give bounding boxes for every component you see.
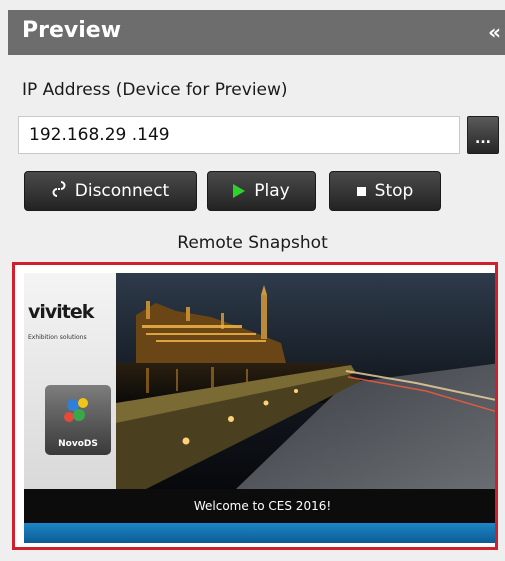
- remote-snapshot-label: Remote Snapshot: [177, 233, 328, 253]
- snapshot-image: vivitek Exhibition solutions NovoDS Welc…: [24, 273, 495, 543]
- browse-device-button[interactable]: ...: [467, 116, 499, 154]
- collapse-icon[interactable]: «: [488, 20, 501, 44]
- stop-icon: [356, 186, 366, 196]
- panel-title: Preview: [22, 18, 122, 43]
- panel-header: Preview «: [8, 10, 505, 55]
- snapshot-footer-bar: [24, 523, 495, 543]
- disconnect-label: Disconnect: [74, 181, 170, 201]
- novods-icon: [64, 398, 88, 422]
- stop-button[interactable]: Stop: [329, 171, 441, 211]
- snapshot-sidebar: vivitek Exhibition solutions NovoDS: [24, 273, 116, 489]
- play-icon: [233, 184, 246, 198]
- link-broken-icon: [52, 180, 66, 203]
- bridge-night-scene: [116, 273, 495, 489]
- welcome-banner: Welcome to CES 2016!: [24, 489, 495, 523]
- novods-label: NovoDS: [58, 439, 98, 449]
- preview-panel: Preview « IP Address (Device for Preview…: [0, 0, 505, 561]
- disconnect-button[interactable]: Disconnect: [24, 171, 197, 211]
- ip-address-input[interactable]: [18, 116, 460, 154]
- snapshot-photo: [116, 273, 495, 489]
- play-label: Play: [254, 181, 290, 201]
- vivitek-tagline: Exhibition solutions: [28, 334, 87, 341]
- remote-snapshot-frame: vivitek Exhibition solutions NovoDS Welc…: [12, 262, 498, 550]
- play-button[interactable]: Play: [207, 171, 316, 211]
- vivitek-logo: vivitek: [28, 301, 94, 323]
- ellipsis-icon: ...: [475, 131, 491, 147]
- ip-address-label: IP Address (Device for Preview): [22, 80, 288, 100]
- novods-badge: NovoDS: [45, 385, 111, 455]
- stop-label: Stop: [374, 181, 414, 201]
